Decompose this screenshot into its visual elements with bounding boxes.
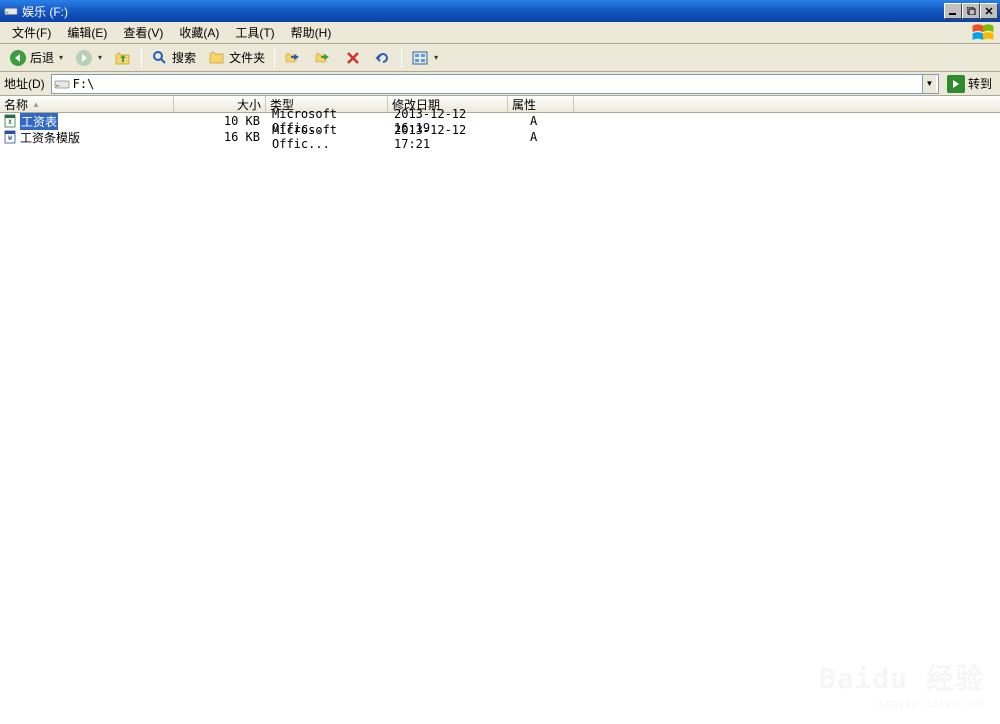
forward-button[interactable]	[70, 47, 107, 69]
menu-favorites[interactable]: 收藏(A)	[171, 22, 227, 43]
back-icon	[9, 49, 27, 67]
move-to-icon	[284, 49, 302, 67]
folders-button[interactable]: 文件夹	[203, 47, 270, 69]
watermark: Baidu 经验 jingyan.baidu.com	[819, 657, 984, 710]
maximize-button[interactable]	[962, 3, 980, 19]
menu-bar: 文件(F) 编辑(E) 查看(V) 收藏(A) 工具(T) 帮助(H)	[0, 22, 1000, 44]
list-item[interactable]: W 工资条模版 16 KB Microsoft Offic... 2013-12…	[0, 129, 1000, 145]
svg-text:W: W	[8, 135, 12, 142]
menu-view[interactable]: 查看(V)	[115, 22, 171, 43]
word-file-icon: W	[3, 130, 17, 144]
go-icon	[947, 75, 965, 93]
windows-flag-icon	[970, 24, 996, 42]
copy-to-button[interactable]	[309, 47, 337, 69]
go-label: 转到	[968, 75, 992, 92]
close-button[interactable]	[980, 3, 998, 19]
folders-icon	[208, 49, 226, 67]
address-bar: 地址(D) ▼ 转到	[0, 72, 1000, 96]
file-name: 工资条模版	[20, 129, 80, 146]
file-type: Microsoft Offic...	[266, 123, 388, 151]
menu-file[interactable]: 文件(F)	[4, 22, 59, 43]
toolbar-separator	[274, 48, 275, 68]
menu-help[interactable]: 帮助(H)	[283, 22, 340, 43]
svg-text:X: X	[8, 119, 12, 126]
forward-icon	[75, 49, 93, 67]
file-attr: A	[508, 114, 574, 128]
up-folder-icon	[114, 49, 132, 67]
minimize-button[interactable]	[944, 3, 962, 19]
copy-to-icon	[314, 49, 332, 67]
delete-icon	[344, 49, 362, 67]
excel-file-icon: X	[3, 114, 17, 128]
file-modified: 2013-12-12 17:21	[388, 123, 508, 151]
undo-icon	[374, 49, 392, 67]
menu-tools[interactable]: 工具(T)	[227, 22, 282, 43]
toolbar-separator	[141, 48, 142, 68]
search-button[interactable]: 搜索	[146, 47, 201, 69]
window-title: 娱乐 (F:)	[22, 3, 944, 20]
toolbar-separator	[401, 48, 402, 68]
address-input[interactable]	[73, 77, 922, 91]
column-attr[interactable]: 属性	[508, 96, 574, 112]
file-attr: A	[508, 130, 574, 144]
title-bar: 娱乐 (F:)	[0, 0, 1000, 22]
move-to-button[interactable]	[279, 47, 307, 69]
column-name[interactable]: 名称 ▲	[0, 96, 174, 112]
go-button[interactable]: 转到	[943, 74, 996, 94]
delete-button[interactable]	[339, 47, 367, 69]
file-name: 工资表	[20, 113, 58, 130]
file-size: 16 KB	[174, 130, 266, 144]
address-label: 地址(D)	[4, 75, 45, 92]
views-button[interactable]	[406, 47, 443, 69]
file-list[interactable]: X 工资表 10 KB Microsoft Offic... 2013-12-1…	[0, 113, 1000, 724]
undo-button[interactable]	[369, 47, 397, 69]
back-button[interactable]: 后退	[4, 47, 68, 69]
menu-edit[interactable]: 编辑(E)	[59, 22, 115, 43]
folders-label: 文件夹	[229, 49, 265, 66]
up-button[interactable]	[109, 47, 137, 69]
back-label: 后退	[30, 49, 54, 66]
search-icon	[151, 49, 169, 67]
drive-icon	[4, 4, 18, 18]
address-input-container[interactable]: ▼	[51, 74, 939, 94]
toolbar: 后退 搜索 文件夹	[0, 44, 1000, 72]
drive-icon	[54, 77, 70, 91]
views-icon	[411, 49, 429, 67]
address-dropdown-button[interactable]: ▼	[922, 75, 936, 93]
sort-ascending-icon: ▲	[32, 100, 40, 109]
column-size[interactable]: 大小	[174, 96, 266, 112]
search-label: 搜索	[172, 49, 196, 66]
file-size: 10 KB	[174, 114, 266, 128]
